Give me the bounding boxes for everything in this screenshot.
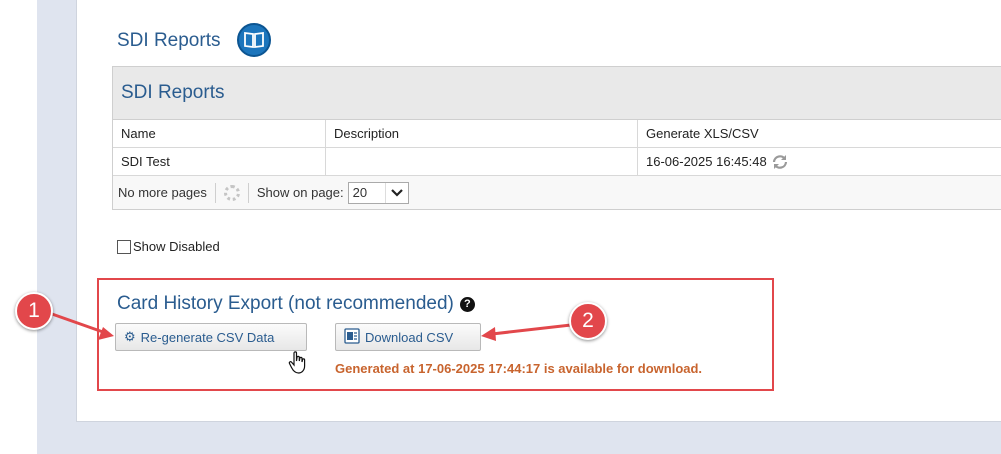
annotation-marker-1: 1 [15, 292, 53, 330]
arrow-1-line [51, 312, 104, 334]
hand-cursor-icon [288, 351, 306, 374]
arrow-1-head [98, 327, 114, 340]
annotation-arrows [51, 312, 572, 341]
arrow-2-head [481, 327, 496, 341]
arrow-2-line [491, 323, 572, 336]
annotation-marker-2: 2 [569, 302, 607, 340]
